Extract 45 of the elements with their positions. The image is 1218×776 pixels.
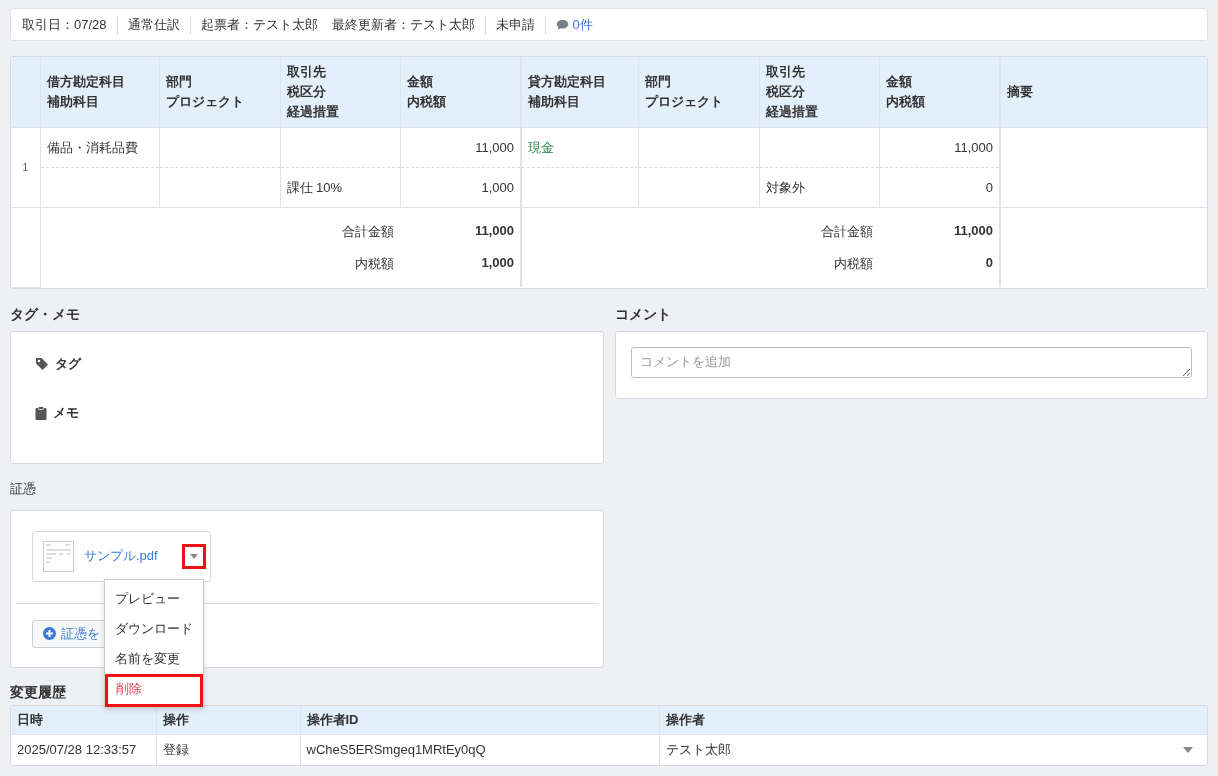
tax-total-label: 内税額: [354, 254, 394, 273]
column-header: 取引先 税区分 経過措置: [765, 64, 818, 119]
table-cell: wCheS5ERSmgeq1MRtEy0qQ: [306, 742, 486, 757]
tax-total-amount: 1,000: [480, 254, 514, 272]
column-header: 操作者ID: [306, 711, 359, 727]
column-header: 部門 プロジェクト: [165, 74, 244, 109]
section-title: 変更履歴: [10, 683, 66, 701]
tax-category: 対象外: [765, 179, 805, 195]
tax-category: 課仕 10%: [286, 179, 343, 195]
tag-label: タグ: [55, 354, 81, 373]
tax-amount-text: 1,000: [481, 180, 514, 195]
info-text: 未申請: [495, 15, 535, 34]
column-header: 日時: [17, 711, 43, 727]
column-header: 借方勘定科目 補助科目: [46, 74, 125, 109]
section-title: 証憑: [10, 479, 36, 497]
table-cell: 登録: [162, 741, 189, 757]
tax-total-label: 内税額: [833, 254, 873, 273]
column-header: 操作者: [665, 711, 705, 727]
column-header: 金額 内税額: [885, 74, 925, 109]
account-name: 現金: [528, 139, 554, 155]
column-header: 部門 プロジェクト: [644, 74, 723, 109]
total-amount: 11,000: [473, 222, 514, 240]
total-amount: 11,000: [952, 222, 993, 240]
memo-label: メモ: [53, 403, 79, 422]
total-label: 合計金額: [341, 222, 394, 241]
amount-text: 11,000: [954, 140, 993, 155]
section-title: タグ・メモ: [10, 305, 80, 323]
info-text: 通常仕訳: [127, 15, 180, 34]
column-header: 金額 内税額: [406, 74, 446, 109]
column-header: 摘要: [1007, 84, 1033, 99]
account-name: 備品・消耗品費: [46, 139, 138, 155]
column-header: 取引先 税区分 経過措置: [286, 64, 339, 119]
amount-text: 11,000: [475, 140, 514, 155]
tax-amount-text: 0: [985, 180, 993, 195]
column-header: 貸方勘定科目 補助科目: [528, 74, 606, 109]
info-text: 最終更新者：テスト太郎: [331, 15, 475, 34]
table-cell: テスト太郎: [665, 741, 731, 757]
section-title: コメント: [615, 305, 671, 323]
info-text: 起票者：テスト太郎: [200, 15, 318, 34]
tax-total-amount: 0: [984, 254, 993, 272]
column-header: 操作: [162, 711, 189, 727]
row-number: 1: [22, 162, 29, 173]
info-text: 取引日：07/28: [22, 15, 107, 34]
table-cell: 2025/07/28 12:33:57: [17, 742, 137, 757]
total-label: 合計金額: [820, 222, 873, 241]
